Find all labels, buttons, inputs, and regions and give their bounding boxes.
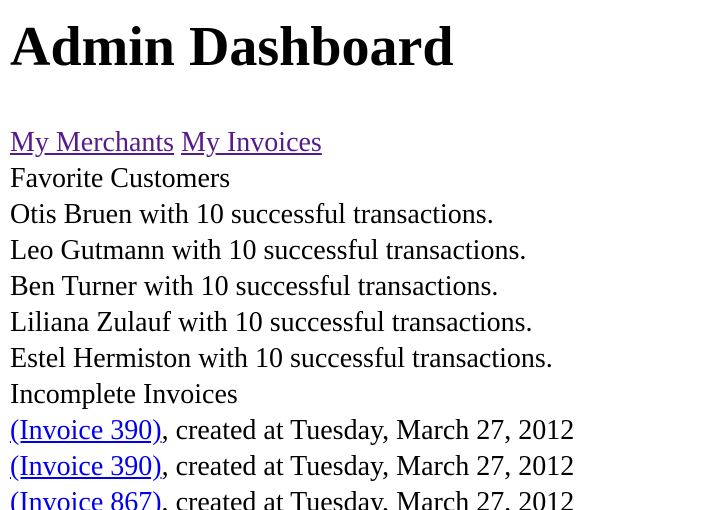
customer-transactions: with 10 successful transactions. bbox=[191, 343, 553, 374]
incomplete-invoices-heading: Incomplete Invoices bbox=[10, 379, 238, 410]
favorite-customer-item: Liliana Zulauf with 10 successful transa… bbox=[10, 305, 698, 341]
favorite-customer-item: Ben Turner with 10 successful transactio… bbox=[10, 269, 698, 305]
my-merchants-link[interactable]: My Merchants bbox=[10, 127, 174, 158]
customer-transactions: with 10 successful transactions. bbox=[132, 199, 494, 230]
invoice-link[interactable]: (Invoice 867) bbox=[10, 487, 162, 510]
page-title: Admin Dashboard bbox=[10, 16, 454, 78]
page: Admin Dashboard My Merchants My Invoices… bbox=[0, 12, 708, 510]
incomplete-invoice-item: (Invoice 390), created at Tuesday, March… bbox=[10, 449, 698, 485]
favorite-customer-item: Otis Bruen with 10 successful transactio… bbox=[10, 197, 698, 233]
invoice-link[interactable]: (Invoice 390) bbox=[10, 415, 162, 446]
incomplete-invoice-item: (Invoice 867), created at Tuesday, March… bbox=[10, 485, 698, 510]
favorite-customer-item: Leo Gutmann with 10 successful transacti… bbox=[10, 233, 698, 269]
favorite-customers-heading: Favorite Customers bbox=[10, 163, 231, 194]
customer-transactions: with 10 successful transactions. bbox=[164, 235, 527, 266]
customer-name: Ben Turner bbox=[10, 271, 137, 302]
customer-name: Otis Bruen bbox=[10, 199, 133, 230]
invoice-created-date: , created at Tuesday, March 27, 2012 bbox=[161, 487, 575, 510]
nav-links: My Merchants My Invoices bbox=[10, 125, 698, 161]
customer-transactions: with 10 successful transactions. bbox=[170, 307, 533, 338]
incomplete-invoices-section: Incomplete Invoices (Invoice 390), creat… bbox=[10, 377, 698, 510]
customer-transactions: with 10 successful transactions. bbox=[136, 271, 499, 302]
customer-name: Estel Hermiston bbox=[10, 343, 192, 374]
customer-name: Liliana Zulauf bbox=[10, 307, 171, 338]
favorite-customers-section: Favorite Customers Otis Bruen with 10 su… bbox=[10, 161, 698, 377]
favorite-customer-item: Estel Hermiston with 10 successful trans… bbox=[10, 341, 698, 377]
customer-name: Leo Gutmann bbox=[10, 235, 165, 266]
my-invoices-link[interactable]: My Invoices bbox=[181, 127, 322, 158]
invoice-created-date: , created at Tuesday, March 27, 2012 bbox=[161, 451, 575, 482]
invoice-created-date: , created at Tuesday, March 27, 2012 bbox=[161, 415, 575, 446]
invoice-link[interactable]: (Invoice 390) bbox=[10, 451, 162, 482]
incomplete-invoice-item: (Invoice 390), created at Tuesday, March… bbox=[10, 413, 698, 449]
